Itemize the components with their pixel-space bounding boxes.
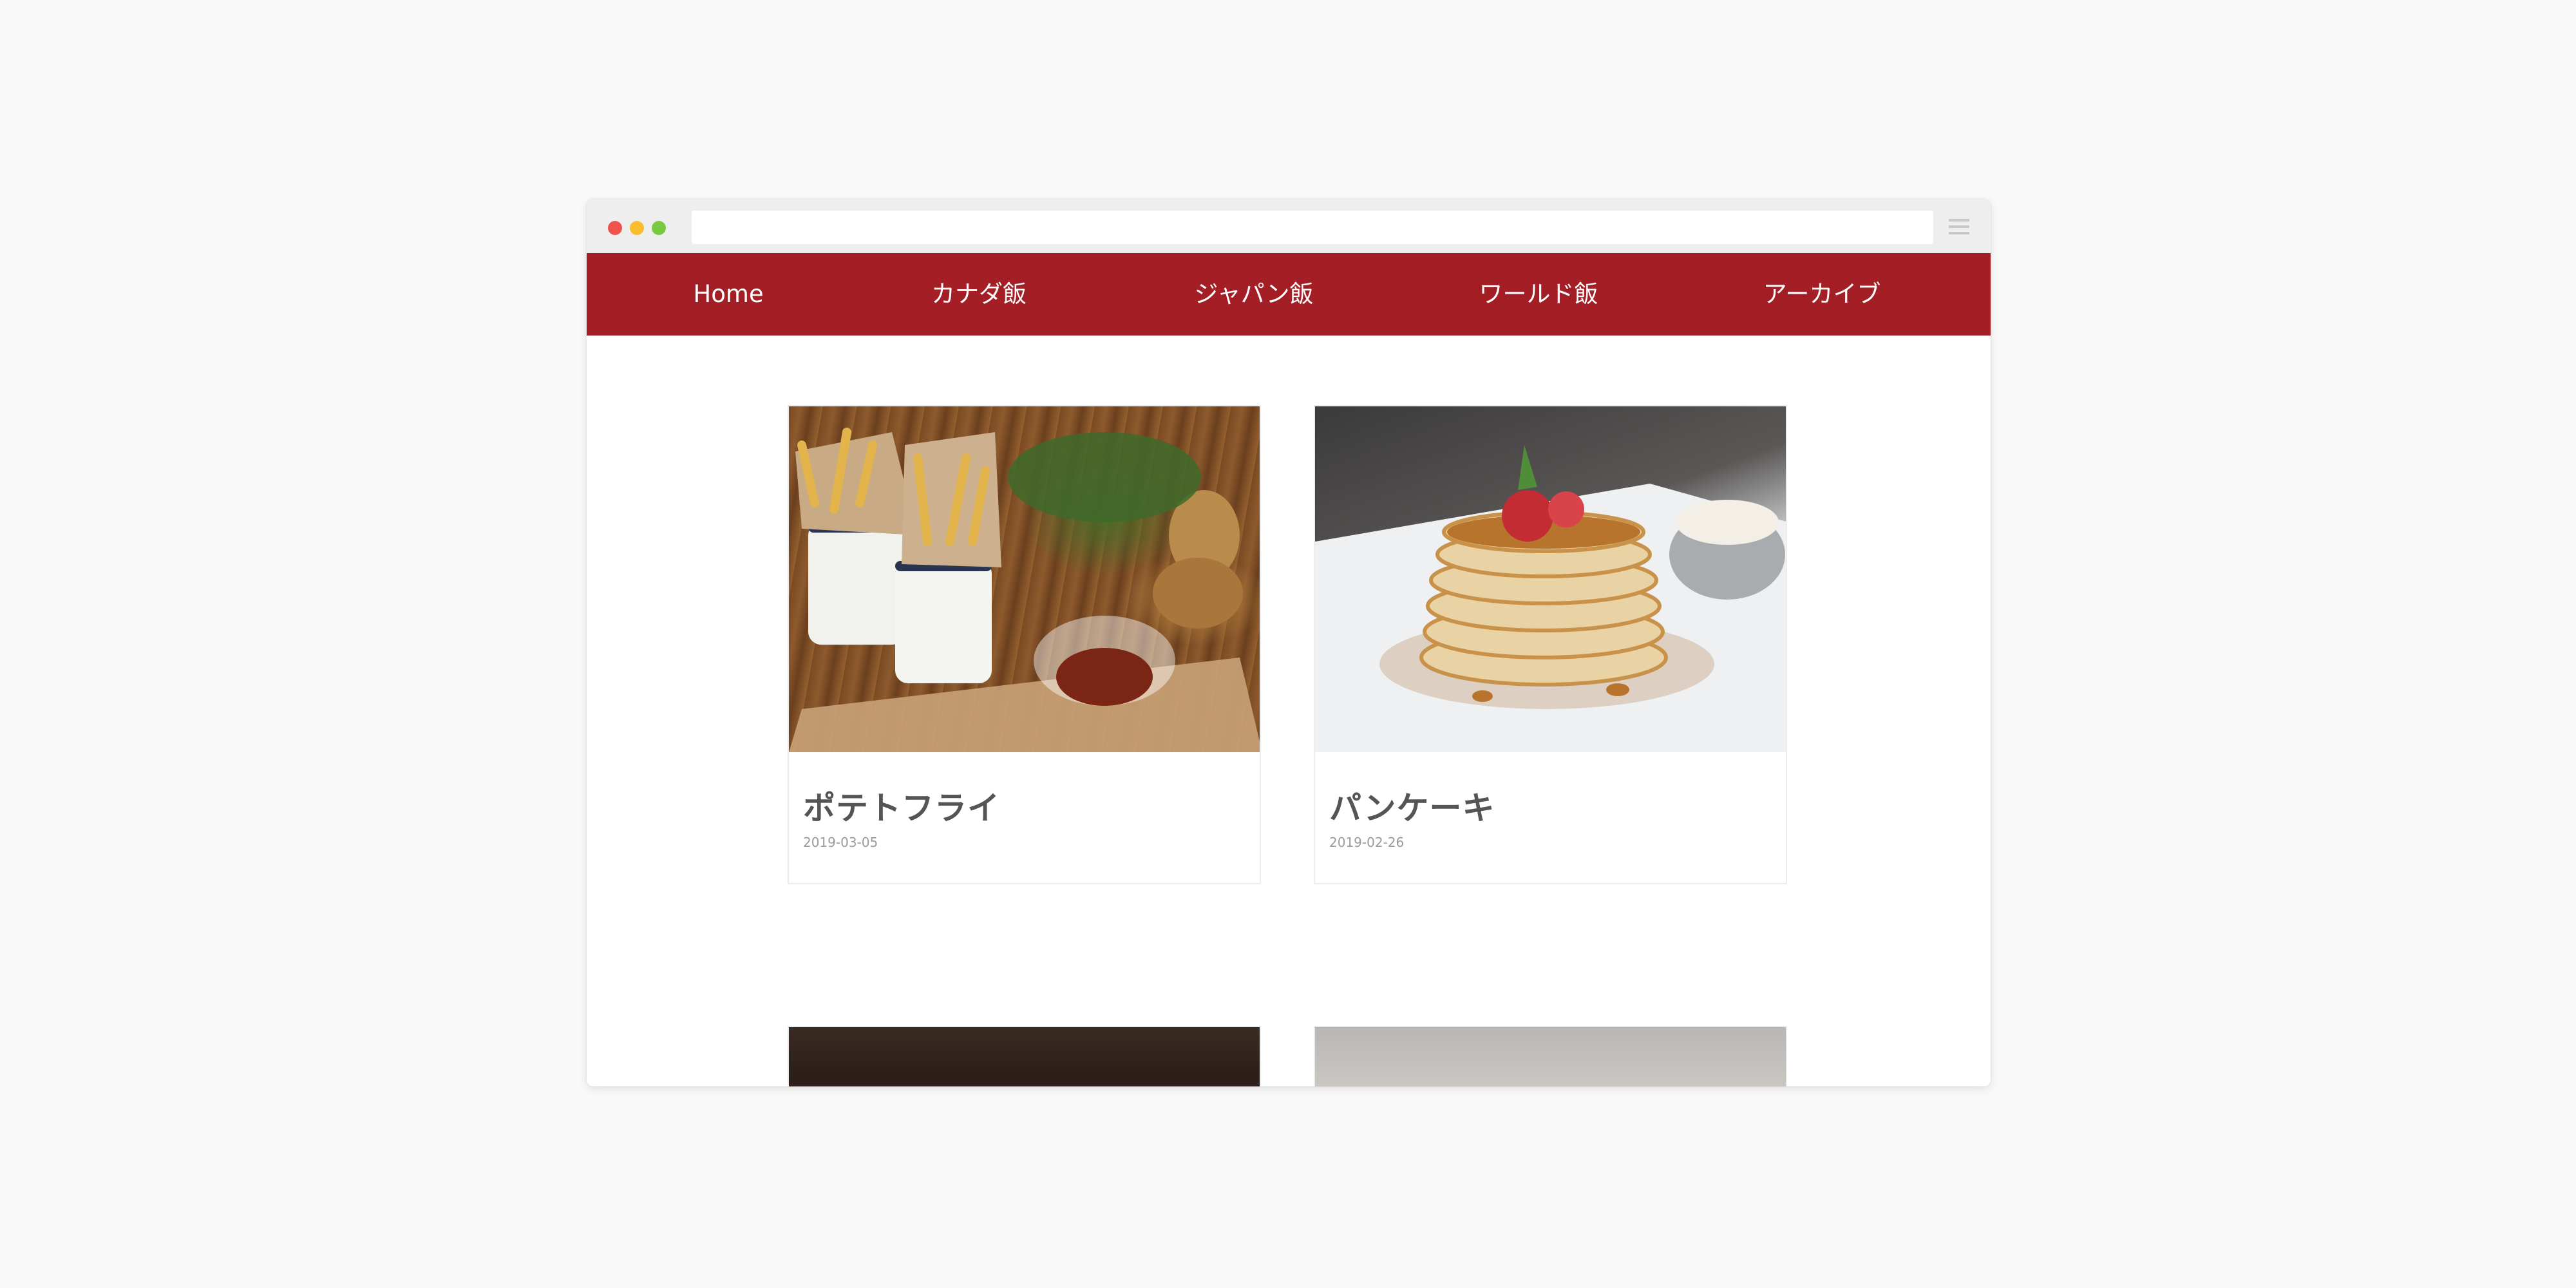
post-photo[interactable] bbox=[1315, 1027, 1786, 1086]
post-card-body: ポテトフライ 2019-03-05 bbox=[789, 752, 1260, 883]
post-card[interactable] bbox=[788, 1026, 1261, 1086]
nav-item-world[interactable]: ワールド飯 bbox=[1479, 253, 1598, 336]
browser-window: Home カナダ飯 ジャパン飯 ワールド飯 アーカイブ ポテトフライ 2019-… bbox=[587, 199, 1991, 1086]
post-date: 2019-03-05 bbox=[803, 835, 878, 850]
site-navbar: Home カナダ飯 ジャパン飯 ワールド飯 アーカイブ bbox=[587, 253, 1991, 336]
maximize-window-icon[interactable] bbox=[652, 221, 666, 235]
post-title[interactable]: ポテトフライ bbox=[803, 790, 1245, 827]
nav-item-canada[interactable]: カナダ飯 bbox=[931, 253, 1027, 336]
pancake-photo[interactable] bbox=[1315, 406, 1786, 752]
post-date: 2019-02-26 bbox=[1329, 835, 1405, 850]
nav-item-home[interactable]: Home bbox=[693, 253, 763, 336]
post-card-body: パンケーキ 2019-02-26 bbox=[1315, 752, 1786, 883]
post-card[interactable] bbox=[1314, 1026, 1787, 1086]
minimize-window-icon[interactable] bbox=[630, 221, 644, 235]
post-photo[interactable] bbox=[789, 1027, 1260, 1086]
close-window-icon[interactable] bbox=[608, 221, 622, 235]
nav-item-japan[interactable]: ジャパン飯 bbox=[1195, 253, 1314, 336]
fries-photo[interactable] bbox=[789, 406, 1260, 752]
address-bar[interactable] bbox=[692, 211, 1933, 244]
pancake-illustration bbox=[1315, 445, 1786, 752]
post-grid: ポテトフライ 2019-03-05 パンケーキ 2019-02-26 bbox=[587, 336, 1991, 1086]
post-title[interactable]: パンケーキ bbox=[1329, 790, 1772, 827]
nav-item-archive[interactable]: アーカイブ bbox=[1763, 253, 1881, 336]
browser-titlebar bbox=[587, 199, 1991, 253]
hamburger-menu-icon[interactable] bbox=[1949, 219, 1969, 234]
post-card[interactable]: ポテトフライ 2019-03-05 bbox=[788, 405, 1261, 884]
fries-illustration bbox=[789, 428, 1260, 752]
post-card[interactable]: パンケーキ 2019-02-26 bbox=[1314, 405, 1787, 884]
